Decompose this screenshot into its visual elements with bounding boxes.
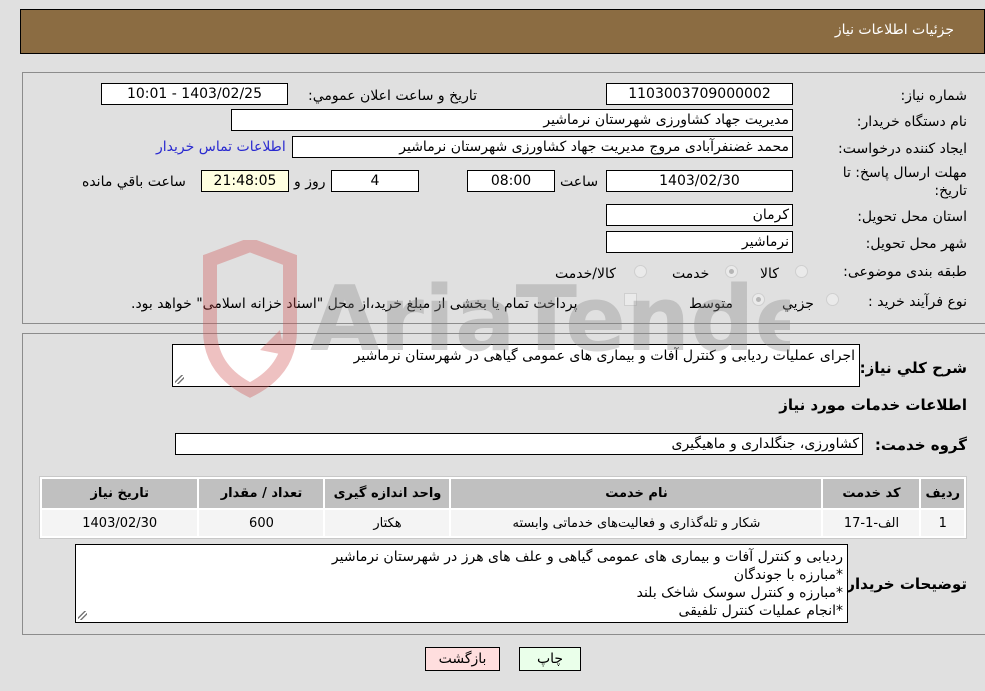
buyer-contact-link[interactable]: اطلاعات تماس خریدار — [156, 139, 286, 155]
remaining-time-field: 21:48:05 — [201, 170, 289, 192]
purchase-type-label: نوع فرآیند خرید : — [868, 294, 967, 310]
requester-field[interactable]: محمد غضنفرآبادی مروج مدیریت جهاد کشاورزی… — [292, 136, 793, 158]
col-service-code: کد خدمت — [823, 479, 920, 508]
need-number-field[interactable]: 1103003709000002 — [606, 83, 793, 105]
need-number-label: شماره نیاز: — [900, 88, 968, 104]
cell-need-date: 1403/02/30 — [42, 510, 198, 536]
col-service-name: نام خدمت — [451, 479, 822, 508]
summary-label: شرح كلي نياز: — [859, 359, 967, 377]
treasury-note: پرداخت تمام یا بخشی از مبلغ خرید،از محل … — [131, 296, 578, 312]
deadline-date-field[interactable]: 1403/02/30 — [606, 170, 793, 192]
buyer-notes-line: *انجام عملیات کنترل تلفیقی — [678, 603, 843, 619]
cell-unit: هکتار — [325, 510, 450, 536]
requester-label: ایجاد کننده درخواست: — [838, 141, 967, 157]
service-group-label: گروه خدمت: — [874, 436, 967, 454]
city-label: شهر محل تحویل: — [865, 236, 967, 252]
buyer-notes-line: *مبارزه و کنترل سوسک شاخک بلند — [636, 585, 843, 601]
col-row-number: ردیف — [921, 479, 964, 508]
purchase-radio-minor[interactable] — [826, 293, 839, 306]
page-header: جزئیات اطلاعات نیاز — [20, 9, 985, 54]
category-option-service: خدمت — [672, 266, 710, 282]
buyer-org-field[interactable]: مدیریت جهاد کشاورزی شهرستان نرماشیر — [231, 109, 793, 131]
buyer-notes-line: ردیابی و کنترل آفات و بیماری های عمومی گ… — [331, 549, 843, 565]
cell-row-number: 1 — [921, 510, 964, 536]
table-header-row: ردیف کد خدمت نام خدمت واحد اندازه گیری ت… — [42, 479, 964, 508]
buyer-notes-label: توضیحات خریدار: — [840, 575, 967, 593]
buyer-notes-textarea[interactable]: ردیابی و کنترل آفات و بیماری های عمومی گ… — [75, 544, 848, 623]
province-field[interactable]: کرمان — [606, 204, 793, 226]
cell-quantity: 600 — [199, 510, 324, 536]
resize-handle-icon[interactable] — [175, 375, 184, 384]
category-radio-goods[interactable] — [795, 265, 808, 278]
service-group-field[interactable]: کشاورزی، جنگلداری و ماهیگیری — [175, 433, 863, 455]
deadline-time-label: ساعت — [560, 174, 599, 190]
deadline-time-field[interactable]: 08:00 — [467, 170, 555, 192]
category-label: طبقه بندی موضوعی: — [843, 264, 967, 280]
deadline-label: مهلت ارسال پاسخ: تا تاریخ: — [842, 165, 967, 199]
table-row: 1 الف-1-17 شکار و تله‌گذاری و فعالیت‌های… — [42, 510, 964, 536]
cell-service-code: الف-1-17 — [823, 510, 920, 536]
summary-text: اجرای عملیات ردیابی و کنترل آفات و بیمار… — [353, 348, 855, 364]
services-table: ردیف کد خدمت نام خدمت واحد اندازه گیری ت… — [39, 476, 967, 539]
buyer-notes-line: *مبارزه با جوندگان — [733, 567, 843, 583]
col-need-date: تاریخ نیاز — [42, 479, 198, 508]
category-option-goods: کالا — [760, 266, 779, 282]
print-button[interactable]: چاپ — [519, 647, 581, 671]
cell-service-name: شکار و تله‌گذاری و فعالیت‌های خدماتی واب… — [451, 510, 822, 536]
remaining-label: ساعت باقي مانده — [82, 174, 186, 190]
page-title: جزئیات اطلاعات نیاز — [834, 22, 954, 38]
resize-handle-icon[interactable] — [78, 611, 87, 620]
category-option-goods-service: کالا/خدمت — [555, 266, 616, 282]
deadline-days-field[interactable]: 4 — [331, 170, 419, 192]
back-button[interactable]: بازگشت — [425, 647, 500, 671]
category-radio-goods-service[interactable] — [634, 265, 647, 278]
purchase-option-medium: متوسط — [689, 296, 733, 312]
summary-textarea[interactable]: اجرای عملیات ردیابی و کنترل آفات و بیمار… — [172, 344, 860, 387]
days-label: روز و — [294, 174, 326, 190]
services-heading: اطلاعات خدمات مورد نياز — [779, 396, 967, 414]
announce-datetime-label: تاريخ و ساعت اعلان عمومي: — [308, 88, 477, 104]
treasury-checkbox[interactable] — [624, 293, 637, 306]
category-radio-service[interactable] — [725, 265, 738, 278]
province-label: استان محل تحویل: — [857, 209, 967, 225]
col-quantity: تعداد / مقدار — [199, 479, 324, 508]
purchase-radio-medium[interactable] — [752, 293, 765, 306]
purchase-option-minor: جزيي — [782, 296, 814, 312]
buyer-org-label: نام دستگاه خریدار: — [856, 114, 967, 130]
city-field[interactable]: نرماشیر — [606, 231, 793, 253]
col-unit: واحد اندازه گیری — [325, 479, 450, 508]
announce-datetime-field[interactable]: 1403/02/25 - 10:01 — [101, 83, 288, 105]
